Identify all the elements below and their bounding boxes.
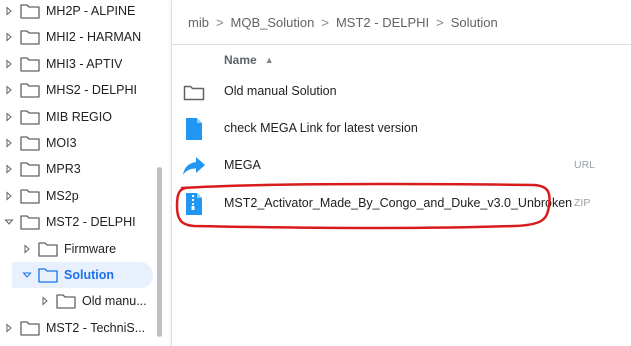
folder-icon [20,3,40,19]
name-column-header[interactable]: Name ▲ [224,52,274,68]
folder-icon [20,320,40,336]
sidebar-item-label: MHI3 - APTIV [46,56,123,71]
sidebar-item-label: MPR3 [46,162,81,177]
sidebar-item-label: MOI3 [46,136,77,150]
sidebar-item-mhs2-delphi[interactable]: MHS2 - DELPHI [0,77,166,103]
breadcrumb-item-mst2-delphi[interactable]: MST2 - DELPHI [336,15,429,30]
file-row-mega[interactable]: MEGA URL [172,148,631,184]
folder-icon [20,188,40,204]
chevron-right-icon[interactable] [4,58,14,70]
folder-icon [20,29,40,46]
breadcrumb-item-solution[interactable]: Solution [451,15,498,30]
chevron-right-icon[interactable] [4,5,14,17]
folder-icon [56,293,76,310]
sidebar-item-old-manu[interactable]: Old manu... [0,288,166,314]
breadcrumb-item-mqb-solution[interactable]: MQB_Solution [231,15,315,30]
sidebar-item-mib-regio[interactable]: MIB REGIO [0,104,166,130]
chevron-right-icon[interactable] [4,190,14,202]
chevron-right-icon[interactable] [40,295,50,307]
file-row-check-mega-link[interactable]: check MEGA Link for latest version [172,111,631,147]
folder-icon [182,80,206,104]
chevron-right-icon[interactable] [4,111,14,123]
chevron-right-icon[interactable] [4,31,14,43]
chevron-right-icon[interactable] [4,84,14,96]
file-name: check MEGA Link for latest version [224,121,418,135]
sidebar-item-mst2-technis[interactable]: MST2 - TechniS... [0,315,166,341]
sidebar-item-label: MHI2 - HARMAN [46,30,142,45]
folder-tree-sidebar: MH2P - ALPINE MHI2 - HARMAN MHI3 - APTIV MH… [0,0,166,346]
red-highlight-annotation [175,182,551,230]
file-type: ZIP [574,197,591,209]
chevron-down-icon[interactable] [4,216,14,228]
chevron-right-icon[interactable] [22,243,32,255]
file-row-old-manual-solution[interactable]: Old manual Solution [172,74,631,110]
sidebar-scrollbar-thumb[interactable] [157,167,162,337]
breadcrumb: mib > MQB_Solution > MST2 - DELPHI > Sol… [188,12,498,32]
folder-icon [20,82,40,98]
sidebar-item-mst2-delphi[interactable]: MST2 - DELPHI [0,209,166,235]
folder-icon [38,241,58,257]
document-icon [182,117,206,141]
sort-ascending-icon: ▲ [264,55,274,65]
sidebar-item-mhi2-harman[interactable]: MHI2 - HARMAN [0,24,166,50]
sidebar-item-label: Old manu... [82,294,147,309]
folder-icon [20,109,40,125]
chevron-right-icon[interactable] [4,163,14,175]
file-list-panel: mib > MQB_Solution > MST2 - DELPHI > Sol… [171,0,631,346]
breadcrumb-separator: > [321,14,329,30]
sidebar-item-ms2p[interactable]: MS2p [0,183,166,209]
folder-icon [20,214,40,230]
sidebar-item-label: MS2p [46,188,79,203]
name-column-label: Name [224,53,257,67]
chevron-right-icon[interactable] [4,322,14,334]
file-name: Old manual Solution [224,84,337,98]
sidebar-item-label: Solution [64,268,114,282]
folder-icon [20,56,40,72]
sidebar-item-label: MST2 - TechniS... [46,320,146,335]
file-name: MEGA [224,158,261,172]
folder-icon [20,135,40,151]
sidebar-item-mhi3-aptiv[interactable]: MHI3 - APTIV [0,51,166,77]
share-link-icon [182,154,206,178]
sidebar-item-firmware[interactable]: Firmware [0,236,166,262]
sidebar-item-mh2p-alpine[interactable]: MH2P - ALPINE [0,0,166,24]
sidebar-item-moi3[interactable]: MOI3 [0,130,166,156]
header-divider [172,44,631,45]
folder-icon [38,267,58,283]
folder-icon [20,161,40,178]
sidebar-item-mpr3[interactable]: MPR3 [0,156,166,182]
sidebar-item-label: MHS2 - DELPHI [46,83,137,98]
breadcrumb-item-mib[interactable]: mib [188,15,209,30]
sidebar-item-label: MH2P - ALPINE [46,4,136,18]
breadcrumb-separator: > [436,14,444,30]
chevron-down-icon[interactable] [22,269,32,281]
sidebar-item-label: Firmware [64,241,117,256]
sidebar-item-solution[interactable]: Solution [0,262,166,288]
chevron-right-icon[interactable] [4,137,14,149]
file-type: URL [574,159,596,171]
sidebar-item-label: MST2 - DELPHI [46,215,136,230]
sidebar-item-label: MIB REGIO [46,109,112,124]
breadcrumb-separator: > [215,14,224,30]
